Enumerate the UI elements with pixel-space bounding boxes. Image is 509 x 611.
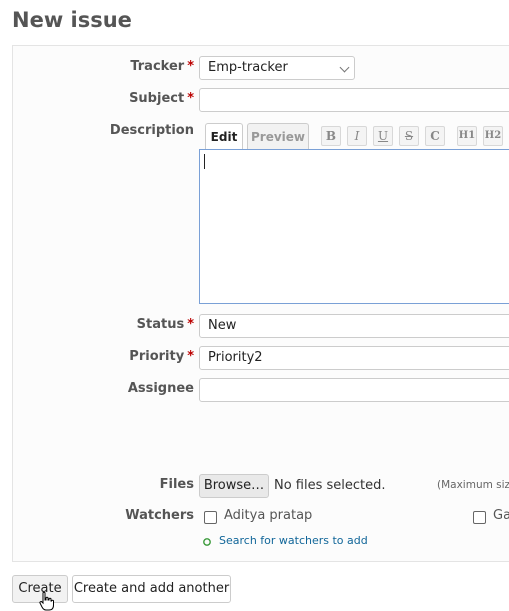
priority-select[interactable]: Priority2: [199, 346, 509, 370]
files-status: No files selected.: [274, 478, 386, 493]
italic-button[interactable]: I: [347, 126, 367, 146]
subject-input[interactable]: [199, 88, 509, 112]
assignee-select[interactable]: [199, 378, 509, 402]
required-mark: *: [187, 91, 194, 106]
tracker-select[interactable]: Emp-tracker: [199, 56, 355, 80]
required-mark: *: [187, 349, 194, 364]
create-and-add-another-button[interactable]: Create and add another: [72, 575, 231, 603]
tab-preview[interactable]: Preview: [247, 123, 309, 150]
strikethrough-button[interactable]: S: [399, 126, 419, 146]
subject-label: Subject *: [129, 91, 194, 106]
hand-cursor-icon: [39, 591, 54, 611]
add-icon: [203, 538, 211, 546]
required-mark: *: [187, 317, 194, 332]
text-caret: [204, 154, 205, 169]
priority-label: Priority *: [129, 349, 194, 364]
search-watchers-link[interactable]: Search for watchers to add: [219, 534, 368, 547]
watcher-name: Ga: [493, 508, 509, 523]
description-label: Description: [109, 123, 194, 138]
assignee-label: Assignee: [127, 381, 194, 396]
tab-edit[interactable]: Edit: [205, 123, 243, 151]
chevron-down-icon: [339, 62, 350, 73]
tracker-label: Tracker *: [130, 59, 194, 74]
required-mark: *: [187, 59, 194, 74]
page-title: New issue: [12, 8, 132, 32]
files-label: Files: [159, 477, 194, 492]
max-size-note: (Maximum size: [437, 479, 509, 491]
status-select[interactable]: New: [199, 314, 509, 338]
bold-button[interactable]: B: [321, 126, 341, 146]
watchers-label: Watchers: [125, 508, 194, 523]
browse-button[interactable]: Browse…: [199, 474, 269, 498]
code-button[interactable]: C: [425, 126, 445, 146]
watcher-name: Aditya pratap: [224, 508, 313, 523]
heading-1-button[interactable]: H1: [457, 126, 477, 146]
heading-2-button[interactable]: H2: [483, 126, 503, 146]
watcher-checkbox[interactable]: [473, 511, 486, 524]
underline-button[interactable]: U: [373, 126, 393, 146]
description-textarea[interactable]: [199, 149, 509, 304]
watcher-checkbox[interactable]: [204, 511, 217, 524]
status-label: Status *: [136, 317, 194, 332]
